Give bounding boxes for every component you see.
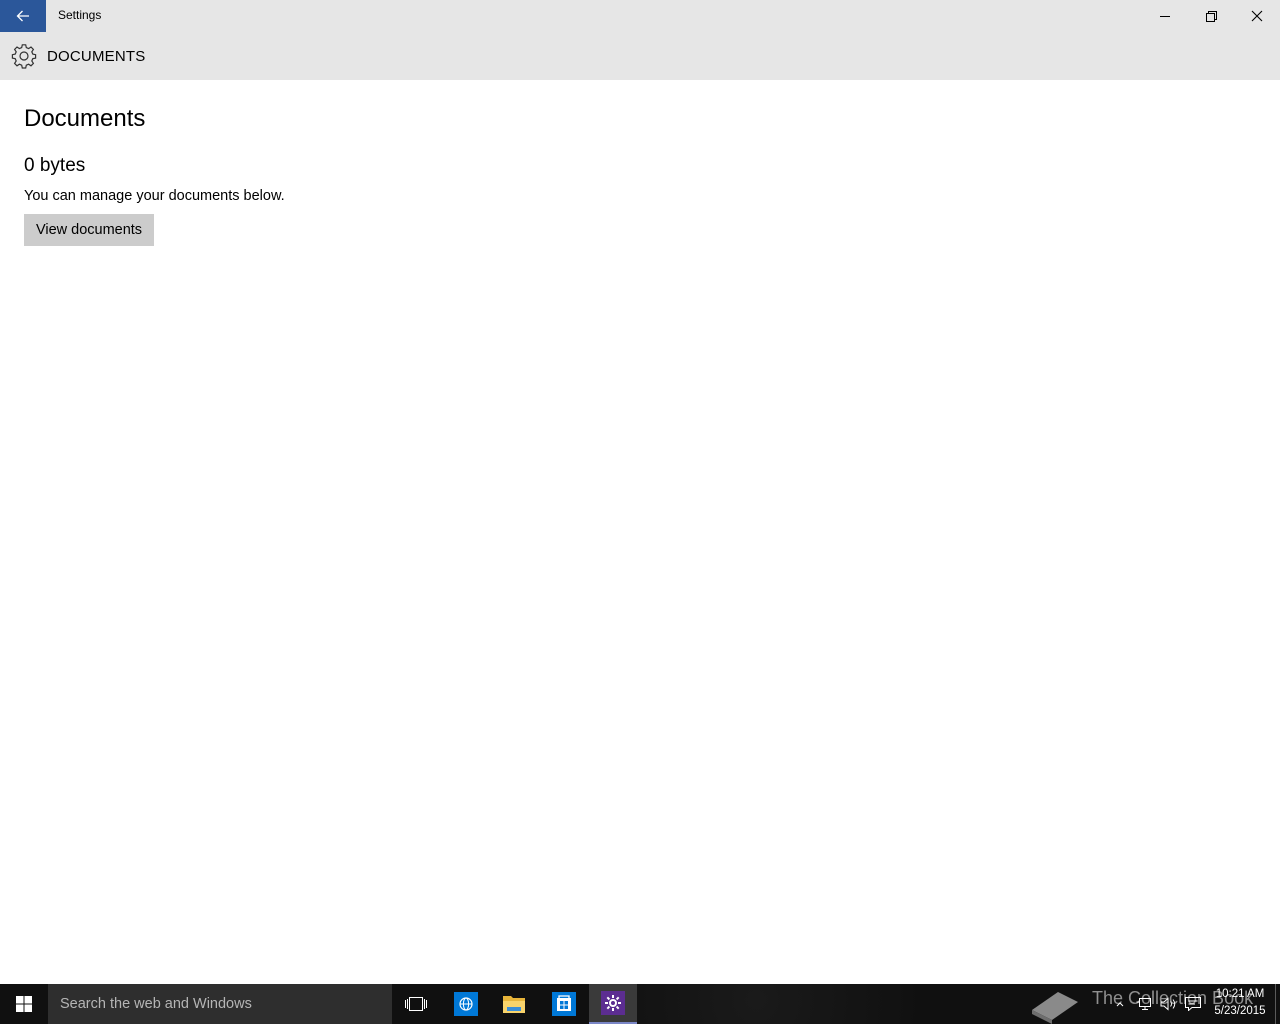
view-documents-button[interactable]: View documents xyxy=(24,214,154,246)
taskbar-clock[interactable]: 10:21 AM 5/23/2015 xyxy=(1208,986,1272,1020)
storage-size-value: 0 bytes xyxy=(24,155,86,176)
show-desktop-button[interactable] xyxy=(1275,984,1276,1024)
header-title: DOCUMENTS xyxy=(47,48,146,65)
internet-explorer-button[interactable] xyxy=(442,984,490,1024)
task-view-button[interactable] xyxy=(392,984,440,1024)
taskbar: Search the web and Windows The Collectio… xyxy=(0,984,1280,1024)
network-button[interactable] xyxy=(1134,984,1154,1024)
search-input[interactable]: Search the web and Windows xyxy=(48,984,392,1024)
internet-explorer-icon xyxy=(454,992,478,1016)
restore-button[interactable] xyxy=(1188,0,1234,32)
window-title: Settings xyxy=(58,8,102,22)
store-button[interactable] xyxy=(540,984,588,1024)
page-title: Documents xyxy=(24,105,146,132)
notification-icon xyxy=(1185,997,1201,1011)
settings-taskbar-button[interactable] xyxy=(589,984,637,1024)
clock-date: 5/23/2015 xyxy=(1214,1005,1266,1017)
settings-header: DOCUMENTS xyxy=(0,32,1280,80)
volume-icon xyxy=(1160,997,1176,1011)
back-arrow-icon xyxy=(16,10,29,22)
minimize-button[interactable] xyxy=(1142,0,1188,32)
gear-icon xyxy=(11,44,37,69)
store-icon xyxy=(552,992,576,1016)
network-icon xyxy=(1136,998,1151,1010)
minimize-icon xyxy=(1159,15,1170,17)
main-content: Documents 0 bytes You can manage your do… xyxy=(0,80,1280,984)
file-explorer-icon xyxy=(503,996,525,1013)
windows-logo-icon xyxy=(16,996,32,1012)
chevron-up-icon xyxy=(1116,1002,1124,1007)
search-placeholder: Search the web and Windows xyxy=(60,996,252,1012)
clock-time: 10:21 AM xyxy=(1215,988,1265,1000)
task-view-icon xyxy=(405,997,427,1011)
volume-button[interactable] xyxy=(1158,984,1180,1024)
restore-icon xyxy=(1205,10,1217,22)
back-button[interactable] xyxy=(0,0,46,32)
description-text: You can manage your documents below. xyxy=(24,188,285,204)
title-bar: Settings xyxy=(0,0,1280,32)
taskbar-background xyxy=(636,984,1036,1024)
show-hidden-icons-button[interactable] xyxy=(1112,984,1128,1024)
close-button[interactable] xyxy=(1234,0,1280,32)
start-button[interactable] xyxy=(0,984,48,1024)
close-icon xyxy=(1251,10,1263,22)
settings-icon xyxy=(601,991,625,1015)
action-center-button[interactable] xyxy=(1183,984,1203,1024)
file-explorer-button[interactable] xyxy=(490,984,538,1024)
